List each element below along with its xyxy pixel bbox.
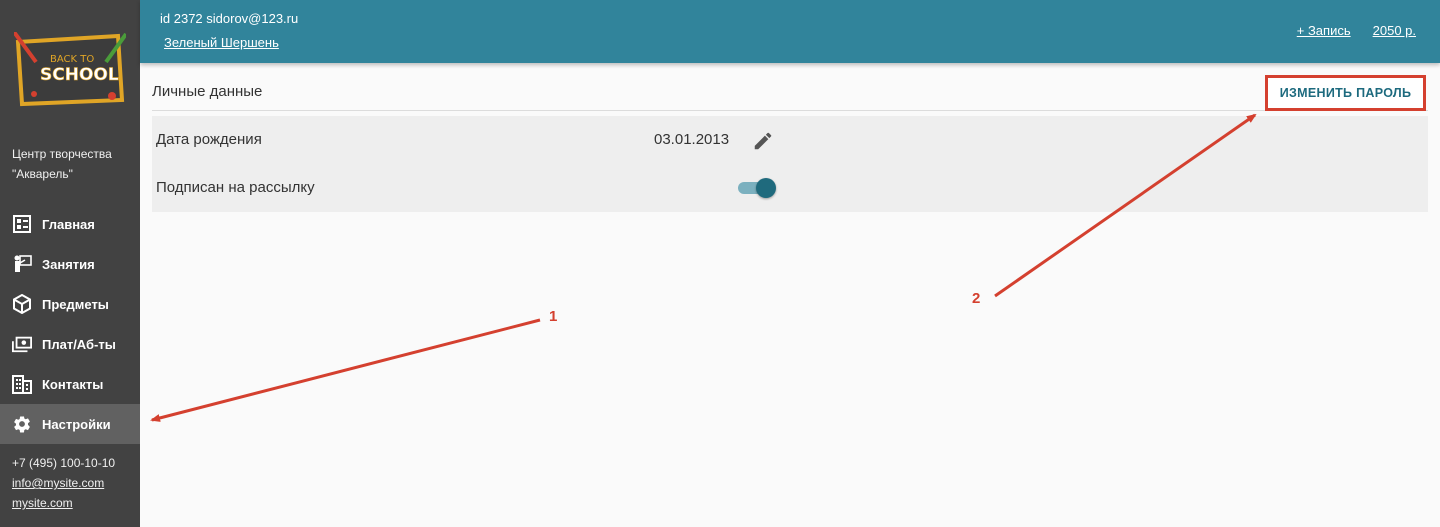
user-id: id 2372 sidorov@123.ru	[160, 11, 299, 26]
user-name-link[interactable]: Зеленый Шершень	[164, 35, 279, 50]
sidebar-item-home[interactable]: Главная	[0, 204, 140, 244]
add-entry-link[interactable]: + Запись	[1297, 23, 1351, 38]
sidebar-item-label: Настройки	[42, 416, 111, 432]
sidebar-item-contacts[interactable]: Контакты	[0, 364, 140, 404]
sidebar-nav: Главная Занятия Предметы Плат/Аб-ты Конт…	[0, 204, 140, 444]
annotation-arrow-1	[150, 318, 541, 422]
building-icon	[12, 374, 32, 394]
box-icon	[12, 294, 32, 314]
sidebar-item-label: Предметы	[42, 296, 109, 312]
sidebar-item-label: Плат/Аб-ты	[42, 336, 116, 352]
balance-link[interactable]: 2050 р.	[1373, 23, 1416, 38]
birth-date-label: Дата рождения	[156, 131, 262, 148]
logo-text-main: SCHOOL	[40, 65, 119, 85]
school-logo[interactable]: BACK TO SCHOOL	[12, 30, 128, 108]
subscribe-toggle[interactable]	[738, 177, 778, 199]
sidebar: BACK TO SCHOOL Центр творчества "Акварел…	[0, 0, 140, 527]
sidebar-item-lessons[interactable]: Занятия	[0, 244, 140, 284]
org-name: Центр творчества "Акварель"	[12, 147, 112, 181]
change-password-button[interactable]: ИЗМЕНИТЬ ПАРОЛЬ	[1265, 75, 1426, 111]
money-icon	[12, 334, 32, 354]
teacher-icon	[12, 254, 32, 274]
annotation-label-2: 2	[972, 290, 981, 307]
toggle-knob	[756, 178, 776, 198]
top-actions: + Запись 2050 р.	[1297, 23, 1416, 38]
site-link[interactable]: mysite.com	[12, 493, 115, 513]
logo-text-top: BACK TO	[50, 54, 94, 65]
sidebar-item-label: Главная	[42, 216, 95, 232]
dashboard-icon	[12, 214, 32, 234]
email-link[interactable]: info@mysite.com	[12, 473, 115, 493]
sidebar-item-settings[interactable]: Настройки	[0, 404, 140, 444]
annotation-label-1: 1	[549, 308, 558, 325]
section-divider	[152, 110, 1428, 111]
personal-data-panel: Дата рождения 03.01.2013 Подписан на рас…	[152, 116, 1428, 212]
section-title: Личные данные	[152, 83, 263, 100]
sidebar-item-label: Контакты	[42, 376, 104, 392]
sidebar-item-subjects[interactable]: Предметы	[0, 284, 140, 324]
pencil-icon[interactable]	[752, 130, 774, 152]
annotation-layer	[150, 113, 1257, 422]
top-bar: id 2372 sidorov@123.ru Зеленый Шершень +…	[140, 0, 1440, 63]
sidebar-item-label: Занятия	[42, 256, 95, 272]
phone-text: +7 (495) 100-10-10	[12, 456, 116, 470]
birth-date-value: 03.01.2013	[654, 131, 730, 148]
sidebar-item-payments[interactable]: Плат/Аб-ты	[0, 324, 140, 364]
subscribe-label: Подписан на рассылку	[156, 179, 315, 196]
gear-icon	[12, 414, 32, 434]
sidebar-contacts: +7 (495) 100-10-10 info@mysite.com mysit…	[12, 453, 115, 513]
